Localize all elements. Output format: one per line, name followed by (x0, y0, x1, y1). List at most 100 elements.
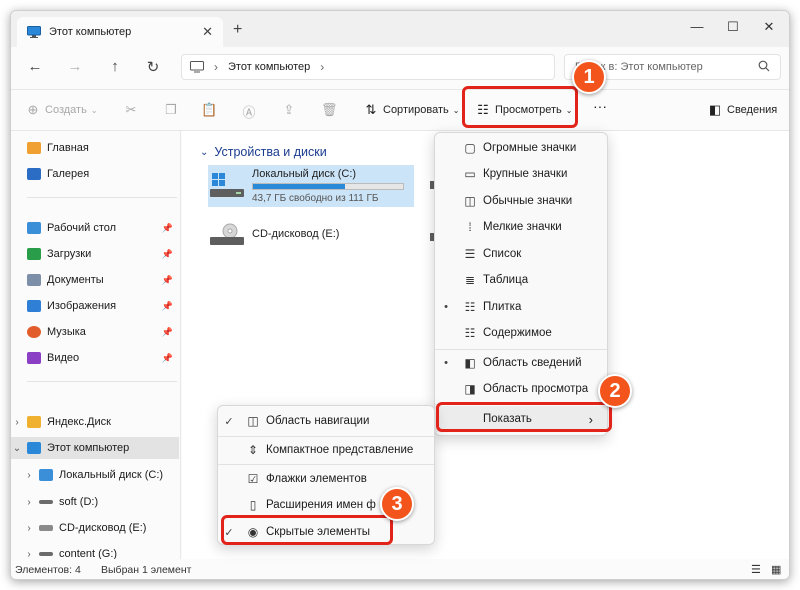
sidebar-item-documents[interactable]: Документы 📌 (11, 269, 179, 291)
share-icon[interactable]: ⇪ (281, 102, 297, 118)
minimize-button[interactable]: — (687, 19, 707, 34)
sidebar-item-label: Главная (47, 142, 89, 154)
menu-item-huge-icons[interactable]: ▢ Огромные значки (435, 135, 607, 161)
menu-item-label: Область навигации (266, 415, 370, 427)
sidebar-item-music[interactable]: Музыка 📌 (11, 321, 179, 343)
menu-item-details[interactable]: ≣ Таблица (435, 267, 607, 293)
details-label: Сведения (727, 104, 778, 116)
menu-item-large-icons[interactable]: ▭ Крупные значки (435, 161, 607, 187)
delete-icon[interactable]: 🗑 (321, 102, 338, 118)
menu-item-tiles[interactable]: • ☷ Плитка (435, 294, 607, 320)
command-bar: ⊕ Создать ⌄ ✂ ❐ 📋 Ⓐ ⇪ 🗑 ⇅ Сортировать ⌄ … (11, 89, 789, 131)
menu-item-label: Расширения имен ф (266, 499, 376, 511)
tiles-icon: ☷ (464, 300, 476, 314)
chevron-right-icon[interactable]: › (11, 417, 23, 428)
cd-drive-icon (39, 525, 53, 531)
rename-icon[interactable]: Ⓐ (241, 102, 257, 121)
sidebar-item-yandex-disk[interactable]: › Яндекс.Диск (11, 411, 179, 433)
sidebar-item-label: soft (D:) (59, 496, 99, 508)
drive-tile-e[interactable]: CD-дисковод (E:) (208, 213, 414, 255)
up-button[interactable]: ↑ (105, 58, 125, 75)
item-count: Элементов: 4 (15, 564, 81, 576)
details-view-icon[interactable]: ☰ (751, 563, 761, 576)
menu-item-label: Область просмотра (483, 383, 589, 395)
cut-icon[interactable]: ✂ (123, 102, 139, 118)
address-bar[interactable]: › Этот компьютер › (181, 54, 555, 80)
menu-item-content[interactable]: ☷ Содержимое (435, 320, 607, 346)
chevron-right-icon[interactable]: › (320, 60, 324, 74)
sort-button[interactable]: ⇅ Сортировать ⌄ (363, 102, 460, 118)
menu-item-label: Таблица (483, 274, 529, 286)
menu-item-preview-pane[interactable]: ◨ Область просмотра (435, 376, 607, 402)
details-button[interactable]: ◧ Сведения (707, 102, 777, 118)
close-window-button[interactable]: ✕ (759, 19, 779, 35)
tab-this-pc[interactable]: Этот компьютер ✕ (17, 17, 223, 47)
sort-icon: ⇅ (365, 102, 377, 117)
close-tab-icon[interactable]: ✕ (202, 24, 213, 40)
back-button[interactable]: ← (25, 58, 45, 75)
sidebar-item-label: CD-дисковод (E:) (59, 522, 147, 534)
copy-icon[interactable]: ❐ (163, 102, 179, 118)
sidebar-item-desktop[interactable]: Рабочий стол 📌 (11, 217, 179, 239)
chevron-right-icon[interactable]: › (23, 549, 35, 560)
menu-item-navigation-pane[interactable]: ✓ ◫ Область навигации (218, 408, 434, 434)
sidebar-item-pictures[interactable]: Изображения 📌 (11, 295, 179, 317)
navigation-pane-icon: ◫ (247, 414, 259, 428)
preview-pane-icon: ◨ (464, 382, 476, 396)
sidebar-divider (27, 197, 177, 198)
menu-item-list[interactable]: ☰ Список (435, 241, 607, 267)
new-tab-button[interactable]: + (233, 21, 242, 39)
sidebar-item-drive-d[interactable]: › soft (D:) (11, 491, 179, 513)
create-button[interactable]: ⊕ Создать ⌄ (25, 102, 98, 118)
refresh-button[interactable]: ↻ (143, 58, 163, 76)
windows-drive-icon (39, 469, 53, 481)
sidebar-item-downloads[interactable]: Загрузки 📌 (11, 243, 179, 265)
large-icons-icon: ▭ (464, 167, 476, 181)
check-icon: ✓ (224, 415, 234, 428)
sidebar-item-drive-c[interactable]: › Локальный диск (C:) (11, 464, 179, 486)
video-icon (27, 352, 41, 364)
yandex-disk-icon (27, 416, 41, 428)
sidebar-item-home[interactable]: Главная (11, 137, 179, 159)
selected-bullet-icon: • (444, 357, 448, 369)
menu-item-medium-icons[interactable]: ◫ Обычные значки (435, 188, 607, 214)
checkbox-icon: ☑ (247, 472, 259, 486)
drive-name: Локальный диск (C:) (252, 168, 357, 180)
chevron-right-icon[interactable]: › (23, 470, 35, 481)
documents-icon (27, 274, 41, 286)
menu-item-small-icons[interactable]: ⁞ Мелкие значки (435, 214, 607, 240)
breadcrumb-this-pc[interactable]: Этот компьютер (228, 61, 310, 73)
chevron-down-icon[interactable]: ⌄ (11, 443, 23, 454)
details-pane-icon: ◧ (708, 102, 722, 117)
paste-icon[interactable]: 📋 (201, 102, 217, 118)
status-bar: Элементов: 4 Выбран 1 элемент ☰ ▦ (11, 559, 789, 579)
menu-item-details-pane[interactable]: • ◧ Область сведений (435, 350, 607, 376)
sidebar-item-this-pc[interactable]: ⌄ Этот компьютер (11, 437, 179, 459)
create-label: Создать (45, 104, 87, 116)
sidebar-item-drive-e[interactable]: › CD-дисковод (E:) (11, 517, 179, 539)
download-icon (27, 248, 41, 260)
drive-tile-c[interactable]: Локальный диск (C:) 43,7 ГБ свободно из … (208, 165, 414, 207)
highlight-show-item (436, 402, 612, 432)
more-options-button[interactable]: ··· (593, 98, 607, 114)
tiles-view-icon[interactable]: ▦ (771, 563, 781, 576)
menu-divider (218, 464, 434, 465)
menu-item-label: Список (483, 248, 522, 260)
sidebar-item-video[interactable]: Видео 📌 (11, 347, 179, 369)
chevron-right-icon[interactable]: › (23, 523, 35, 534)
callout-badge: 2 (598, 374, 632, 408)
chevron-right-icon[interactable]: › (23, 497, 35, 508)
chevron-down-icon: ⌄ (452, 105, 460, 115)
sidebar-item-label: Рабочий стол (47, 222, 117, 234)
pin-icon: 📌 (161, 248, 173, 259)
group-header-devices[interactable]: ⌄ Устройства и диски (200, 145, 327, 159)
forward-button[interactable]: → (65, 58, 85, 75)
sidebar-item-label: Яндекс.Диск (47, 416, 111, 428)
menu-item-label: Крупные значки (483, 168, 568, 180)
music-icon (27, 326, 41, 338)
menu-item-compact-view[interactable]: ⇕ Компактное представление (218, 437, 434, 463)
compact-view-icon: ⇕ (247, 443, 259, 457)
maximize-button[interactable]: ☐ (723, 19, 743, 35)
sidebar-item-label: Локальный диск (C:) (59, 469, 164, 481)
sidebar-item-gallery[interactable]: Галерея (11, 163, 179, 185)
